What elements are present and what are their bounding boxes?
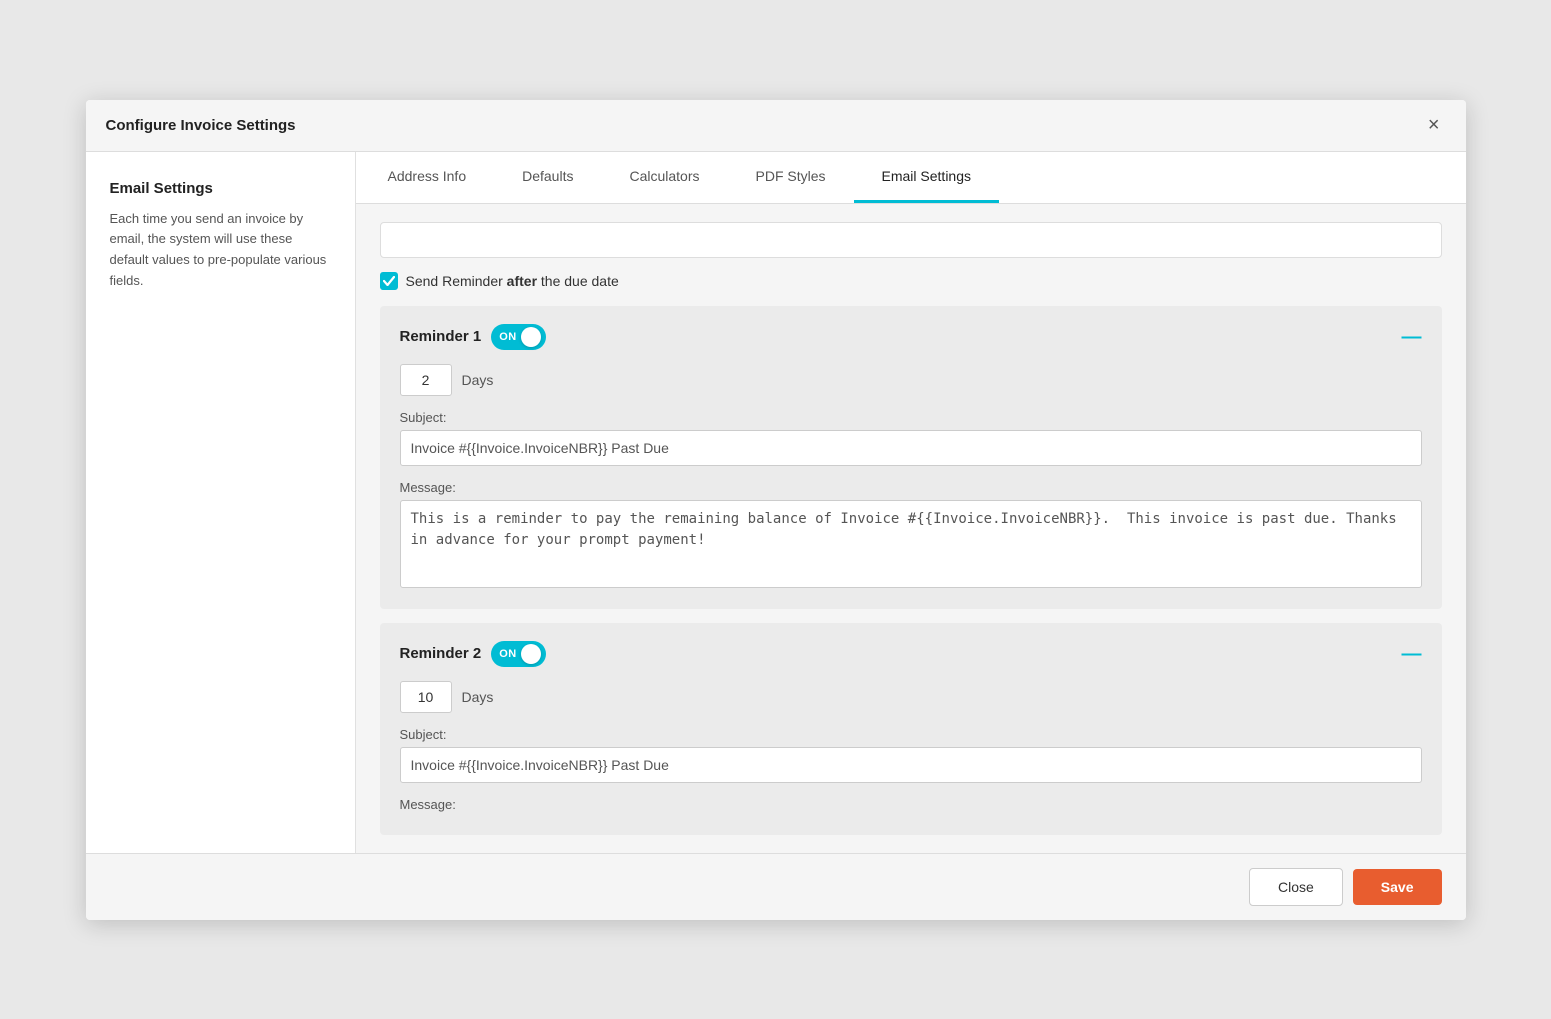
send-reminder-row: Send Reminder after the due date bbox=[380, 272, 1442, 290]
reminder-1-subject-input[interactable] bbox=[400, 430, 1422, 466]
reminder-2-message-label: Message: bbox=[400, 797, 1422, 812]
reminder-1-days-input[interactable] bbox=[400, 364, 452, 396]
reminder-1-card: Reminder 1 ON — Days Subject: bbox=[380, 306, 1442, 609]
top-partial-bar bbox=[380, 222, 1442, 258]
send-reminder-label: Send Reminder after the due date bbox=[406, 273, 619, 289]
reminder-2-subject-label: Subject: bbox=[400, 727, 1422, 742]
reminder-2-toggle[interactable]: ON bbox=[491, 641, 546, 667]
tabs-bar: Address Info Defaults Calculators PDF St… bbox=[356, 152, 1466, 204]
modal-close-button[interactable]: × bbox=[1422, 113, 1446, 137]
reminder-2-toggle-circle bbox=[521, 644, 541, 664]
tab-email-settings[interactable]: Email Settings bbox=[854, 152, 999, 203]
reminder-2-header: Reminder 2 ON — bbox=[400, 641, 1422, 667]
reminder-1-header: Reminder 1 ON — bbox=[400, 324, 1422, 350]
close-button[interactable]: Close bbox=[1249, 868, 1343, 906]
tab-pdf-styles[interactable]: PDF Styles bbox=[728, 152, 854, 203]
tab-defaults[interactable]: Defaults bbox=[494, 152, 601, 203]
reminder-1-toggle-label: ON bbox=[499, 331, 517, 343]
reminder-2-subject-input[interactable] bbox=[400, 747, 1422, 783]
reminder-1-toggle-circle bbox=[521, 327, 541, 347]
modal-footer: Close Save bbox=[86, 853, 1466, 920]
reminder-2-toggle-label: ON bbox=[499, 648, 517, 660]
reminder-1-days-label: Days bbox=[462, 372, 494, 388]
configure-invoice-modal: Configure Invoice Settings × Email Setti… bbox=[86, 100, 1466, 920]
tab-calculators[interactable]: Calculators bbox=[601, 152, 727, 203]
modal-header: Configure Invoice Settings × bbox=[86, 100, 1466, 152]
content-area: Send Reminder after the due date Reminde… bbox=[356, 204, 1466, 853]
reminder-1-remove-icon[interactable]: — bbox=[1402, 327, 1422, 347]
modal-title: Configure Invoice Settings bbox=[106, 117, 296, 134]
reminder-2-card: Reminder 2 ON — Days Subject: bbox=[380, 623, 1442, 835]
save-button[interactable]: Save bbox=[1353, 869, 1442, 905]
reminder-2-title-row: Reminder 2 ON bbox=[400, 641, 546, 667]
reminder-2-days-label: Days bbox=[462, 689, 494, 705]
reminder-1-title: Reminder 1 bbox=[400, 328, 482, 345]
main-content: Address Info Defaults Calculators PDF St… bbox=[356, 152, 1466, 853]
reminder-1-subject-label: Subject: bbox=[400, 410, 1422, 425]
reminder-1-message-label: Message: bbox=[400, 480, 1422, 495]
reminder-1-message-textarea[interactable]: This is a reminder to pay the remaining … bbox=[400, 500, 1422, 588]
reminder-1-days-row: Days bbox=[400, 364, 1422, 396]
modal-body: Email Settings Each time you send an inv… bbox=[86, 152, 1466, 853]
reminder-2-days-input[interactable] bbox=[400, 681, 452, 713]
reminder-2-days-row: Days bbox=[400, 681, 1422, 713]
tab-address-info[interactable]: Address Info bbox=[360, 152, 495, 203]
sidebar-description: Each time you send an invoice by email, … bbox=[110, 209, 331, 292]
reminder-1-title-row: Reminder 1 ON bbox=[400, 324, 546, 350]
reminder-2-remove-icon[interactable]: — bbox=[1402, 644, 1422, 664]
reminder-1-toggle[interactable]: ON bbox=[491, 324, 546, 350]
sidebar-title: Email Settings bbox=[110, 180, 331, 197]
sidebar: Email Settings Each time you send an inv… bbox=[86, 152, 356, 853]
send-reminder-checkbox[interactable] bbox=[380, 272, 398, 290]
reminder-2-title: Reminder 2 bbox=[400, 645, 482, 662]
